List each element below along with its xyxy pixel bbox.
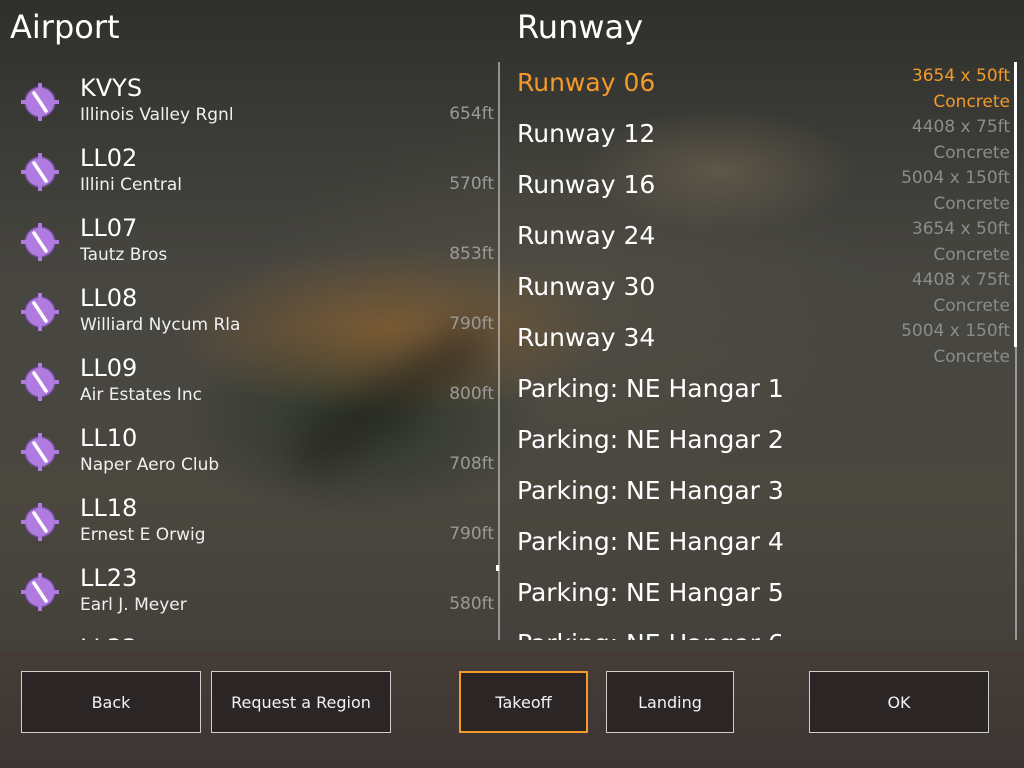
airport-list-item[interactable]: KVYS Illinois Valley Rgnl 654ft bbox=[0, 70, 500, 140]
airport-name: Illinois Valley Rgnl bbox=[80, 105, 234, 125]
airport-panel-title: Airport bbox=[10, 8, 120, 46]
runway-dimensions: 3654 x 50ft bbox=[911, 219, 1010, 239]
airport-icon bbox=[20, 432, 60, 472]
runway-label: Parking: NE Hangar 6 bbox=[517, 629, 784, 640]
airport-icon bbox=[20, 292, 60, 332]
runway-list-item-selected[interactable]: Runway 06 3654 x 50ft Concrete bbox=[500, 60, 1016, 112]
runway-label: Parking: NE Hangar 5 bbox=[517, 578, 784, 607]
runway-list[interactable]: Runway 06 3654 x 50ft Concrete Runway 12 440… bbox=[500, 60, 1016, 640]
airport-icon bbox=[20, 362, 60, 402]
runway-surface: Concrete bbox=[933, 143, 1010, 163]
airport-icon bbox=[20, 222, 60, 262]
takeoff-button[interactable]: Takeoff bbox=[459, 671, 588, 733]
runway-label: Parking: NE Hangar 3 bbox=[517, 476, 784, 505]
airport-list-item[interactable]: LL07 Tautz Bros 853ft bbox=[0, 210, 500, 280]
runway-dimensions: 4408 x 75ft bbox=[911, 270, 1010, 290]
airport-code: KVYS bbox=[80, 74, 143, 102]
runway-list-item[interactable]: Parking: NE Hangar 2 bbox=[500, 417, 1016, 468]
airport-icon bbox=[20, 152, 60, 192]
airport-list-item[interactable]: LL02 Illini Central 570ft bbox=[0, 140, 500, 210]
airport-name: Naper Aero Club bbox=[80, 455, 220, 475]
airport-name: Ernest E Orwig bbox=[80, 525, 206, 545]
runway-label: Runway 12 bbox=[517, 119, 656, 148]
airport-code: LL23 bbox=[80, 564, 138, 592]
airport-code: LL09 bbox=[80, 354, 138, 382]
runway-list-scroll-thumb[interactable] bbox=[1014, 62, 1017, 347]
runway-label: Runway 30 bbox=[517, 272, 656, 301]
runway-surface: Concrete bbox=[933, 194, 1010, 214]
airport-list-item[interactable]: LL23 Earl J. Meyer 580ft bbox=[0, 560, 500, 630]
runway-label: Runway 16 bbox=[517, 170, 656, 199]
airport-code: LL10 bbox=[80, 424, 138, 452]
runway-label: Runway 06 bbox=[517, 68, 656, 97]
airport-list-scroll-thumb[interactable] bbox=[496, 565, 499, 571]
runway-label: Parking: NE Hangar 2 bbox=[517, 425, 784, 454]
airport-name: Earl J. Meyer bbox=[80, 595, 187, 615]
runway-surface: Concrete bbox=[933, 92, 1010, 112]
bottom-button-bar: Back Request a Region Takeoff Landing OK bbox=[0, 650, 1024, 768]
runway-dimensions: 5004 x 150ft bbox=[901, 321, 1010, 341]
airport-list-item[interactable]: LL10 Naper Aero Club 708ft bbox=[0, 420, 500, 490]
airport-code: LL07 bbox=[80, 214, 138, 242]
airport-code: LL02 bbox=[80, 144, 138, 172]
runway-list-item[interactable]: Parking: NE Hangar 4 bbox=[500, 519, 1016, 570]
landing-button[interactable]: Landing bbox=[606, 671, 734, 733]
runway-dimensions: 4408 x 75ft bbox=[911, 117, 1010, 137]
airport-list-item[interactable]: LL09 Air Estates Inc 800ft bbox=[0, 350, 500, 420]
runway-list-item[interactable]: Parking: NE Hangar 6 bbox=[500, 621, 1016, 640]
airport-list-item[interactable]: LL18 Ernest E Orwig 790ft bbox=[0, 490, 500, 560]
runway-panel-title: Runway bbox=[517, 8, 644, 46]
runway-surface: Concrete bbox=[933, 245, 1010, 265]
airport-elevation: 790ft bbox=[449, 524, 494, 544]
airport-code: LL18 bbox=[80, 494, 138, 522]
airport-name: Illini Central bbox=[80, 175, 182, 195]
airport-icon bbox=[20, 502, 60, 542]
airport-elevation: 853ft bbox=[449, 244, 494, 264]
runway-label: Parking: NE Hangar 1 bbox=[517, 374, 784, 403]
airport-code: LL08 bbox=[80, 284, 138, 312]
runway-list-item[interactable]: Runway 12 4408 x 75ft Concrete bbox=[500, 111, 1016, 163]
airport-name: Tautz Bros bbox=[80, 245, 168, 265]
runway-list-item[interactable]: Runway 24 3654 x 50ft Concrete bbox=[500, 213, 1016, 265]
back-button[interactable]: Back bbox=[21, 671, 201, 733]
airport-elevation: 570ft bbox=[449, 174, 494, 194]
runway-list-item[interactable]: Runway 30 4408 x 75ft Concrete bbox=[500, 264, 1016, 316]
airport-elevation: 800ft bbox=[449, 384, 494, 404]
runway-list-item[interactable]: Parking: NE Hangar 5 bbox=[500, 570, 1016, 621]
runway-label: Parking: NE Hangar 4 bbox=[517, 527, 784, 556]
runway-dimensions: 5004 x 150ft bbox=[901, 168, 1010, 188]
runway-list-item[interactable]: Parking: NE Hangar 1 bbox=[500, 366, 1016, 417]
airport-elevation: 790ft bbox=[449, 314, 494, 334]
runway-surface: Concrete bbox=[933, 296, 1010, 316]
airport-list[interactable]: KVYS Illinois Valley Rgnl 654ft LL02 Illini … bbox=[0, 70, 500, 640]
runway-dimensions: 3654 x 50ft bbox=[911, 66, 1010, 86]
airport-list-item[interactable]: LL08 Williard Nycum Rla 790ft bbox=[0, 280, 500, 350]
airport-elevation: 654ft bbox=[449, 104, 494, 124]
runway-list-item[interactable]: Runway 34 5004 x 150ft Concrete bbox=[500, 315, 1016, 367]
runway-surface: Concrete bbox=[933, 347, 1010, 367]
request-region-button[interactable]: Request a Region bbox=[211, 671, 391, 733]
airport-name: Air Estates Inc bbox=[80, 385, 202, 405]
airport-icon bbox=[20, 572, 60, 612]
airport-elevation: 580ft bbox=[449, 594, 494, 614]
airport-icon bbox=[20, 82, 60, 122]
airport-elevation: 708ft bbox=[449, 454, 494, 474]
runway-label: Runway 24 bbox=[517, 221, 656, 250]
runway-list-item[interactable]: Parking: NE Hangar 3 bbox=[500, 468, 1016, 519]
airport-name: Williard Nycum Rla bbox=[80, 315, 241, 335]
airport-code: LL33 bbox=[80, 634, 137, 640]
airport-list-item[interactable]: LL33 bbox=[0, 630, 500, 640]
runway-list-item[interactable]: Runway 16 5004 x 150ft Concrete bbox=[500, 162, 1016, 214]
ok-button[interactable]: OK bbox=[809, 671, 989, 733]
runway-label: Runway 34 bbox=[517, 323, 656, 352]
